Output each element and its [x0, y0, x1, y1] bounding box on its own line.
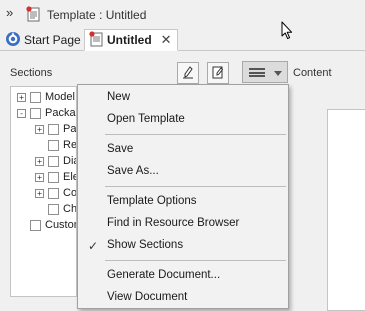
edit-section-button[interactable]: [177, 62, 199, 84]
menu-item-label: Save: [107, 143, 134, 155]
tab-start-page-label: Start Page: [24, 33, 81, 47]
menu-item-label: Template Options: [107, 195, 197, 207]
menu-item-label: New: [107, 91, 131, 103]
tree-item-label: Pa: [63, 123, 77, 135]
tree-item-label: Co: [63, 187, 77, 199]
menu-item-save-as[interactable]: Save As...: [78, 162, 288, 182]
tree-item[interactable]: + Ele: [35, 169, 76, 185]
tab-start-page[interactable]: Start Page: [2, 29, 84, 51]
section-checkbox[interactable]: [30, 91, 41, 103]
tree-item-label: Dia: [63, 155, 76, 167]
options-menu-button[interactable]: [242, 61, 288, 83]
tree-item[interactable]: Re: [35, 137, 77, 153]
tree-item-label: Re: [63, 139, 77, 151]
menu-item-save[interactable]: Save: [78, 140, 288, 160]
tree-item[interactable]: + Dia: [35, 153, 76, 169]
section-checkbox[interactable]: [48, 155, 59, 167]
start-page-icon: [5, 31, 21, 50]
menu-item-label: View Document: [107, 291, 188, 303]
menu-item-view-document[interactable]: View Document: [78, 288, 288, 308]
close-icon[interactable]: ✕: [161, 32, 172, 48]
tree-item[interactable]: + Co: [35, 185, 77, 201]
expand-icon[interactable]: +: [35, 124, 44, 134]
menu-item-new[interactable]: New: [78, 88, 288, 108]
menu-separator: [105, 260, 286, 261]
mouse-cursor-icon: [281, 21, 293, 43]
document-title: Template : Untitled: [47, 8, 147, 22]
menu-item-label: Open Template: [107, 113, 185, 125]
chevron-double-right-icon[interactable]: »: [6, 5, 13, 20]
checkmark-icon: ✓: [88, 239, 99, 253]
template-document-icon: [88, 30, 104, 50]
tree-item[interactable]: Custom: [17, 217, 76, 233]
tree-item-label: Custom: [45, 219, 76, 231]
tab-untitled-label: Untitled: [107, 33, 152, 47]
menu-item-find-in-resource-browser[interactable]: Find in Resource Browser: [78, 214, 288, 234]
expand-icon[interactable]: +: [17, 92, 26, 102]
collapse-icon[interactable]: -: [17, 108, 26, 118]
expand-icon[interactable]: +: [35, 156, 44, 166]
section-checkbox[interactable]: [30, 107, 41, 119]
content-label: Content: [293, 67, 332, 79]
tree-item-label: Package: [45, 107, 76, 119]
hamburger-icon: [249, 68, 265, 77]
tree-item[interactable]: + Model: [17, 89, 75, 105]
section-checkbox[interactable]: [48, 139, 59, 151]
sections-label: Sections: [10, 67, 53, 79]
section-checkbox[interactable]: [48, 203, 59, 215]
menu-item-label: Save As...: [107, 165, 159, 177]
section-checkbox[interactable]: [30, 219, 41, 231]
menu-item-label: Generate Document...: [107, 269, 221, 281]
template-document-icon: [25, 6, 41, 22]
menu-separator: [105, 134, 286, 135]
content-editor-panel[interactable]: [327, 109, 365, 311]
menu-item-show-sections[interactable]: ✓ Show Sections: [78, 236, 288, 256]
tree-item[interactable]: + Pa: [35, 121, 76, 137]
sections-tree[interactable]: + Model - Package + Pa Re + Dia + Ele: [10, 86, 77, 297]
tree-item-label: Model: [45, 91, 75, 103]
document-title-bar: » Template : Untitled: [0, 0, 365, 28]
tree-item[interactable]: - Package: [17, 105, 76, 121]
options-dropdown-menu: New Open Template Save Save As... Templa…: [77, 84, 289, 309]
caret-down-icon: [274, 71, 282, 76]
pen-page-icon: [211, 65, 225, 82]
tree-item-label: Ele: [63, 171, 76, 183]
tree-item-label: Ch: [63, 203, 77, 215]
section-checkbox[interactable]: [48, 123, 59, 135]
menu-item-template-options[interactable]: Template Options: [78, 192, 288, 212]
menu-item-generate-document[interactable]: Generate Document...: [78, 266, 288, 286]
section-checkbox[interactable]: [48, 187, 59, 199]
section-checkbox[interactable]: [48, 171, 59, 183]
expand-icon[interactable]: +: [35, 172, 44, 182]
menu-separator: [105, 186, 286, 187]
expand-icon[interactable]: +: [35, 188, 44, 198]
edit-content-button[interactable]: [207, 62, 229, 84]
tab-untitled[interactable]: Untitled ✕: [84, 29, 178, 51]
menu-item-open-template[interactable]: Open Template: [78, 110, 288, 130]
tree-item[interactable]: Ch: [35, 201, 77, 217]
menu-item-label: Find in Resource Browser: [107, 217, 240, 229]
tab-strip: Start Page Untitled ✕: [0, 28, 365, 51]
menu-item-label: Show Sections: [107, 239, 184, 251]
pen-icon: [181, 65, 195, 82]
